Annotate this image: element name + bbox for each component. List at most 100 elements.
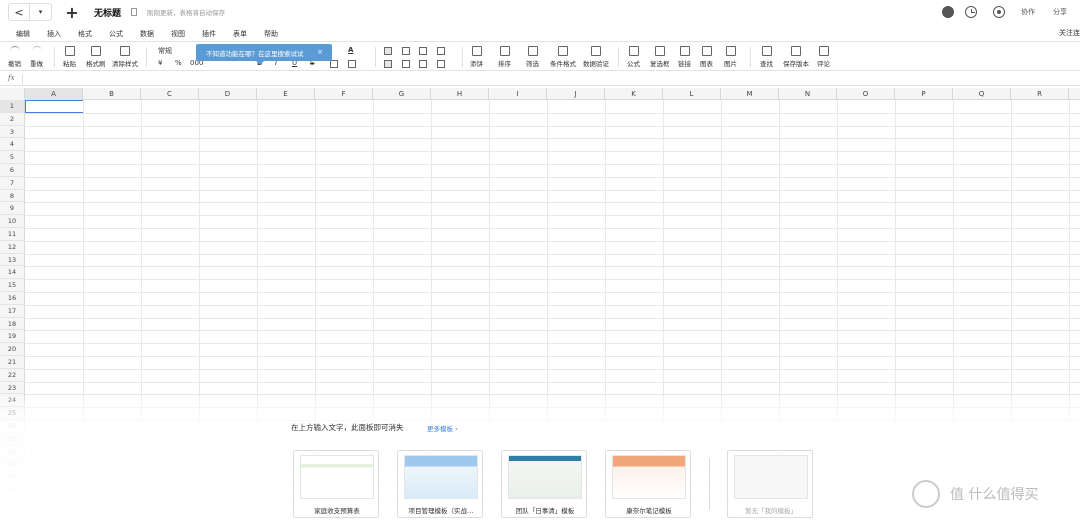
percent-button[interactable]: %: [175, 59, 182, 67]
row-header[interactable]: 18: [0, 317, 25, 331]
menu-forms[interactable]: 表单: [233, 29, 248, 39]
row-header[interactable]: 5: [0, 151, 25, 164]
filter-button[interactable]: 筛选: [526, 46, 539, 68]
conditional-format-button[interactable]: 条件格式: [550, 46, 576, 68]
find-button[interactable]: 查找: [760, 46, 773, 68]
column-header[interactable]: E: [257, 88, 315, 100]
menu-insert[interactable]: 插入: [47, 29, 62, 39]
feature-search-tooltip[interactable]: 不知道功能在哪？在这里搜索试试 ×: [196, 44, 332, 65]
row-header[interactable]: 14: [0, 266, 25, 280]
history-dropdown-button[interactable]: ▾: [30, 3, 52, 21]
active-cell[interactable]: [25, 100, 84, 113]
my-templates-card[interactable]: 暂无「我的模板」: [727, 450, 813, 518]
merge-cells-icon[interactable]: [437, 60, 445, 68]
column-header[interactable]: A: [25, 88, 83, 100]
row-header[interactable]: 11: [0, 228, 25, 241]
menu-format[interactable]: 格式: [78, 29, 93, 39]
column-header[interactable]: O: [837, 88, 895, 100]
column-header[interactable]: N: [779, 88, 837, 100]
row-header[interactable]: 3: [0, 125, 25, 139]
currency-button[interactable]: ¥: [158, 59, 162, 67]
column-header[interactable]: I: [489, 88, 547, 100]
row-header[interactable]: 12: [0, 240, 25, 254]
row-header[interactable]: 23: [0, 381, 25, 395]
clear-format-button[interactable]: 清除样式: [112, 46, 138, 68]
row-header[interactable]: 21: [0, 356, 25, 369]
row-header[interactable]: 16: [0, 292, 25, 305]
row-header[interactable]: 20: [0, 343, 25, 356]
paint-bucket-icon[interactable]: [348, 60, 356, 68]
template-card[interactable]: 团队「日事清」模板: [501, 450, 587, 518]
column-header[interactable]: J: [547, 88, 605, 100]
avatar[interactable]: [942, 6, 954, 18]
row-header[interactable]: 9: [0, 202, 25, 216]
data-validation-button[interactable]: 数据验证: [583, 46, 609, 68]
template-card[interactable]: 康奈尔笔记模板: [605, 450, 691, 518]
fill-color-icon[interactable]: [330, 60, 338, 68]
row-header[interactable]: 8: [0, 189, 25, 203]
overflow-icon[interactable]: [402, 60, 410, 68]
paste-button[interactable]: 粘贴: [63, 46, 76, 68]
column-header[interactable]: B: [83, 88, 141, 100]
back-button[interactable]: <: [8, 3, 30, 21]
row-header[interactable]: 13: [0, 253, 25, 267]
vertical-align-icon[interactable]: [437, 47, 445, 55]
column-header[interactable]: G: [373, 88, 431, 100]
present-icon[interactable]: [993, 6, 1005, 18]
save-version-button[interactable]: 保存版本: [783, 46, 809, 68]
align-left-icon[interactable]: [384, 47, 392, 55]
row-header[interactable]: 6: [0, 164, 25, 177]
sort-button[interactable]: 排序: [498, 46, 511, 68]
column-header[interactable]: K: [605, 88, 663, 100]
template-card[interactable]: 项目管理模板（实战…: [397, 450, 483, 518]
align-right-icon[interactable]: [419, 47, 427, 55]
formula-bar[interactable]: fx: [0, 72, 1080, 86]
menu-help[interactable]: 帮助: [264, 29, 279, 39]
font-color-button[interactable]: A: [348, 46, 353, 54]
redo-button[interactable]: 重做: [30, 46, 43, 68]
formula-button[interactable]: 公式: [627, 46, 640, 68]
column-header[interactable]: H: [431, 88, 489, 100]
number-format-select[interactable]: 常规: [158, 46, 172, 56]
tooltip-close-icon[interactable]: ×: [317, 48, 323, 56]
column-header[interactable]: D: [199, 88, 257, 100]
menu-formula[interactable]: 公式: [109, 29, 124, 39]
image-button[interactable]: 图片: [724, 46, 737, 68]
column-header[interactable]: L: [663, 88, 721, 100]
freeze-button[interactable]: 添饼: [470, 46, 483, 68]
row-header[interactable]: 4: [0, 138, 25, 152]
format-painter-button[interactable]: 格式刷: [86, 46, 106, 68]
menu-plugins[interactable]: 插件: [202, 29, 217, 39]
menu-edit[interactable]: 编辑: [16, 29, 31, 39]
row-header[interactable]: 7: [0, 176, 25, 190]
column-header[interactable]: C: [141, 88, 199, 100]
column-header[interactable]: P: [895, 88, 953, 100]
row-header[interactable]: 2: [0, 112, 25, 126]
wrap-text-icon[interactable]: [384, 60, 392, 68]
checkbox-button[interactable]: 复选框: [650, 46, 670, 68]
menu-data[interactable]: 数据: [140, 29, 155, 39]
link-button[interactable]: 链接: [678, 46, 691, 68]
bookmark-icon[interactable]: [131, 8, 138, 16]
history-clock-icon[interactable]: [965, 6, 977, 18]
row-header[interactable]: 22: [0, 368, 25, 382]
clip-icon[interactable]: [419, 60, 427, 68]
column-header[interactable]: Q: [953, 88, 1011, 100]
column-header[interactable]: M: [721, 88, 779, 100]
follow-link[interactable]: 关注连: [1059, 28, 1080, 38]
undo-button[interactable]: 撤销: [8, 46, 21, 68]
row-header[interactable]: 1: [0, 100, 25, 113]
menu-view[interactable]: 视图: [171, 29, 186, 39]
column-header[interactable]: R: [1011, 88, 1069, 100]
row-header[interactable]: 15: [0, 279, 25, 292]
select-all-corner[interactable]: [0, 88, 25, 100]
collaborate-button[interactable]: 协作: [1021, 7, 1035, 17]
chart-button[interactable]: 图表: [700, 46, 713, 68]
share-button[interactable]: 分享: [1053, 7, 1067, 17]
document-title[interactable]: 无标题: [94, 6, 121, 19]
row-header[interactable]: 17: [0, 304, 25, 318]
align-center-icon[interactable]: [402, 47, 410, 55]
column-header[interactable]: F: [315, 88, 373, 100]
template-card[interactable]: 家庭收支预算表: [293, 450, 379, 518]
comment-button[interactable]: 评论: [817, 46, 830, 68]
